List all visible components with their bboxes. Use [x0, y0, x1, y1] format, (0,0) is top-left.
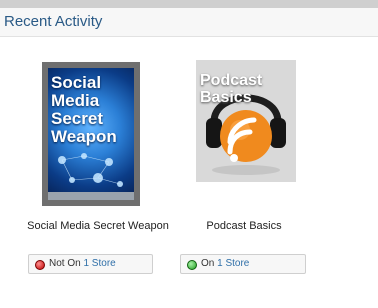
- status-red-icon: [35, 260, 45, 270]
- book-cover-art: Social Media Secret Weapon: [48, 68, 134, 200]
- store-status-prefix: On: [201, 258, 215, 269]
- store-status-prefix: Not On: [49, 258, 81, 269]
- recent-activity-header: Recent Activity: [0, 8, 378, 37]
- book-cover-title: Social Media Secret Weapon: [51, 73, 117, 146]
- podcast-cover-title: Podcast Basics: [200, 72, 263, 106]
- podcast-cover-image[interactable]: Podcast Basics: [196, 60, 296, 182]
- store-count-link[interactable]: 1 Store: [217, 258, 249, 269]
- store-status-button[interactable]: Not On 1 Store: [28, 254, 153, 274]
- book-cover-image[interactable]: Social Media Secret Weapon: [42, 62, 140, 206]
- network-art-icon: [58, 153, 123, 187]
- store-status-button[interactable]: On 1 Store: [180, 254, 306, 274]
- status-green-icon: [187, 260, 197, 270]
- store-count-link[interactable]: 1 Store: [83, 258, 115, 269]
- store-status-text: On 1 Store: [201, 258, 249, 269]
- page-title: Recent Activity: [4, 13, 103, 30]
- top-bar: [0, 0, 378, 8]
- book-cover-footer: [48, 192, 134, 200]
- store-status-text: Not On 1 Store: [49, 258, 116, 269]
- item-title[interactable]: Podcast Basics: [146, 220, 342, 232]
